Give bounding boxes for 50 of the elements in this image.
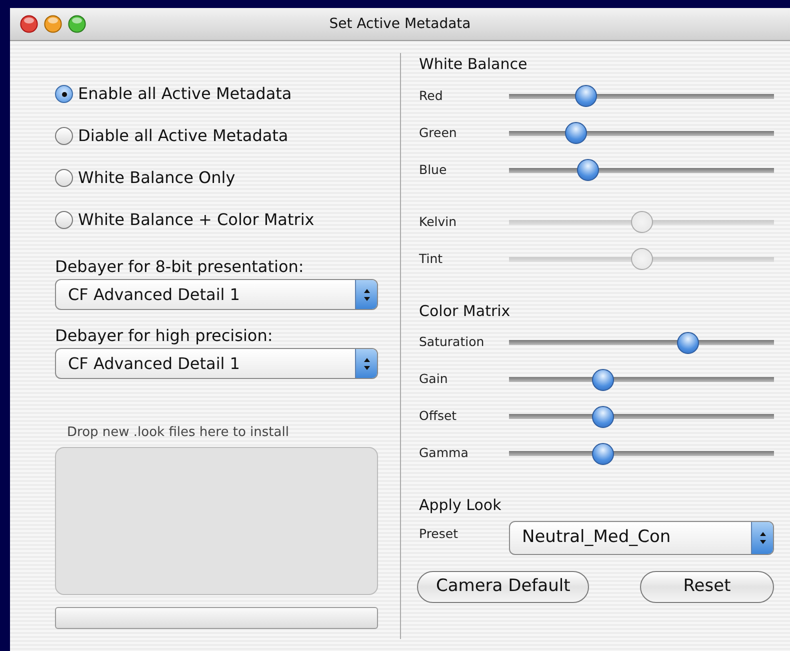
slider-label: Tint bbox=[418, 250, 444, 268]
slider-label: Kelvin bbox=[418, 212, 458, 231]
slider-label: Gain bbox=[418, 370, 449, 388]
popup-value: CF Advanced Detail 1 bbox=[68, 352, 240, 374]
radio-option[interactable]: Diable all Active Metadata bbox=[55, 115, 288, 157]
slider-label: Saturation bbox=[418, 333, 486, 352]
slider-thumb[interactable] bbox=[676, 332, 699, 354]
popup-menu[interactable]: CF Advanced Detail 1 bbox=[55, 279, 378, 310]
drop-zone-label: Drop new .look files here to install bbox=[67, 424, 290, 442]
radio-button[interactable] bbox=[55, 127, 73, 145]
close-button-icon[interactable] bbox=[20, 15, 38, 33]
slider-thumb[interactable] bbox=[574, 85, 597, 107]
slider-thumb[interactable] bbox=[592, 406, 614, 428]
slider-label: Red bbox=[418, 86, 444, 105]
radio-option[interactable]: Enable all Active Metadata bbox=[55, 73, 292, 115]
stepper-arrows-icon bbox=[362, 356, 370, 370]
section-heading: White Balance bbox=[419, 54, 528, 75]
popup-value: CF Advanced Detail 1 bbox=[68, 284, 240, 306]
zoom-button-icon[interactable] bbox=[68, 15, 86, 33]
minimize-button-icon[interactable] bbox=[44, 15, 62, 33]
stepper-arrows-icon bbox=[758, 530, 766, 544]
slider-thumb[interactable] bbox=[564, 122, 587, 144]
section-heading: Apply Look bbox=[419, 495, 502, 516]
field-label: Debayer for 8-bit presentation: bbox=[55, 256, 305, 278]
preset-popup-menu[interactable]: Neutral_Med_Con bbox=[509, 520, 774, 554]
radio-button[interactable] bbox=[55, 85, 73, 103]
push-button[interactable]: Camera Default bbox=[417, 570, 590, 602]
slider-label: Blue bbox=[418, 160, 448, 179]
push-button[interactable]: Reset bbox=[640, 570, 774, 602]
slider-thumb[interactable] bbox=[577, 159, 600, 181]
slider-thumb[interactable] bbox=[592, 442, 614, 464]
radio-label: Enable all Active Metadata bbox=[78, 83, 292, 105]
popup-menu[interactable]: CF Advanced Detail 1 bbox=[55, 348, 378, 379]
slider-label: Offset bbox=[418, 407, 458, 426]
radio-button[interactable] bbox=[55, 169, 73, 187]
section-heading: Color Matrix bbox=[419, 300, 512, 322]
radio-label: Diable all Active Metadata bbox=[78, 125, 288, 147]
window-title: Set Active Metadata bbox=[329, 16, 471, 32]
slider-label: Green bbox=[418, 124, 458, 142]
radio-label: White Balance + Color Matrix bbox=[78, 209, 314, 231]
popup-value: Neutral_Med_Con bbox=[522, 526, 671, 549]
preset-label: Preset bbox=[418, 524, 459, 542]
stepper-arrows-icon bbox=[362, 288, 370, 302]
slider-thumb[interactable] bbox=[592, 368, 614, 390]
radio-button[interactable] bbox=[55, 211, 73, 229]
radio-option[interactable]: White Balance Only bbox=[55, 157, 236, 199]
slider-label: Gamma bbox=[418, 444, 470, 462]
field-label: Debayer for high precision: bbox=[55, 325, 274, 347]
radio-label: White Balance Only bbox=[78, 167, 236, 189]
radio-option[interactable]: White Balance + Color Matrix bbox=[55, 199, 314, 241]
